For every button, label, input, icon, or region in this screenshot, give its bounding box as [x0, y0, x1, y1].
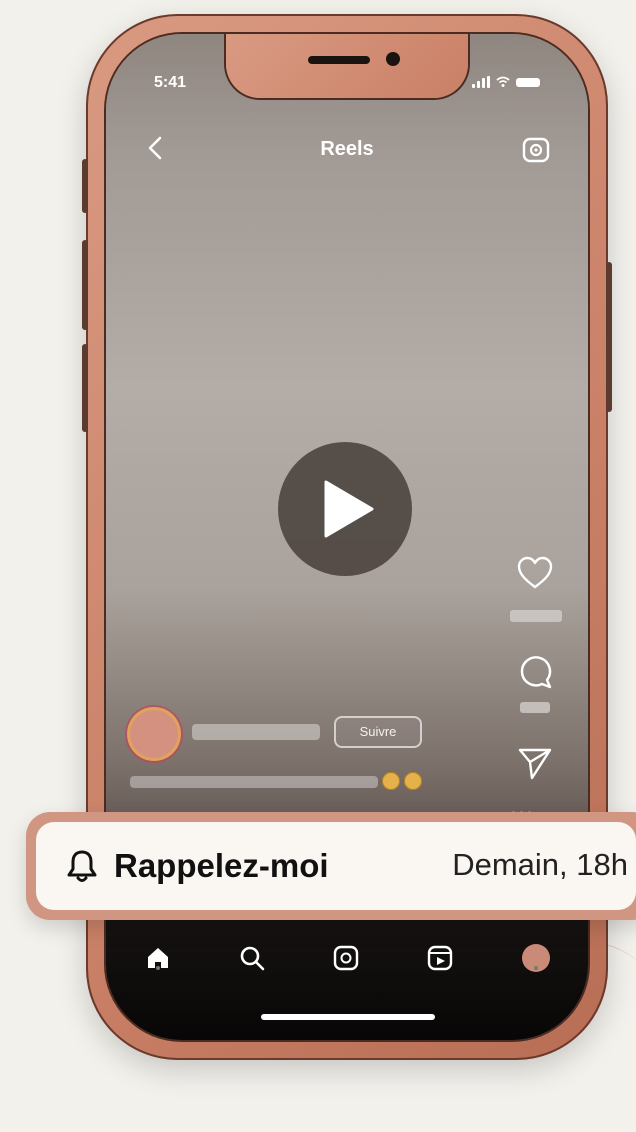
emoji-icon — [382, 772, 400, 790]
like-count-placeholder — [510, 610, 562, 622]
emoji-icon — [404, 772, 422, 790]
speaker-grille — [308, 56, 370, 64]
tab-reels[interactable] — [420, 938, 460, 978]
home-indicator[interactable] — [261, 1014, 435, 1020]
reels-icon — [427, 945, 453, 971]
home-icon — [148, 948, 168, 968]
tab-indicator — [534, 966, 538, 970]
play-button[interactable] — [278, 442, 412, 576]
mute-switch[interactable] — [82, 159, 88, 213]
profile-avatar-icon — [522, 944, 550, 972]
heart-icon[interactable] — [516, 554, 554, 592]
comment-count-placeholder — [520, 702, 550, 713]
caption-placeholder — [130, 776, 378, 788]
battery-icon — [516, 77, 540, 87]
volume-down-button[interactable] — [82, 344, 88, 432]
reminder-card[interactable]: Rappelez-moi Demain, 18h — [26, 812, 636, 920]
page-title: Reels — [320, 138, 374, 160]
search-icon — [240, 946, 265, 971]
create-icon — [333, 945, 359, 971]
tab-profile[interactable] — [516, 938, 556, 978]
status-time: 5:41 — [154, 74, 187, 91]
tab-home[interactable] — [138, 938, 178, 978]
tab-search[interactable] — [232, 938, 272, 978]
play-icon — [324, 480, 374, 538]
volume-up-button[interactable] — [82, 240, 88, 330]
tab-indicator — [156, 966, 160, 970]
front-camera — [386, 52, 400, 66]
bell-icon — [67, 850, 97, 882]
send-icon[interactable] — [516, 744, 554, 782]
username-placeholder[interactable] — [192, 724, 320, 740]
reminder-time[interactable]: Demain, 18h — [452, 847, 628, 883]
camera-icon[interactable] — [520, 134, 552, 166]
avatar[interactable] — [130, 710, 178, 758]
power-button[interactable] — [606, 262, 612, 412]
reminder-content: Rappelez-moi Demain, 18h — [36, 822, 636, 910]
back-arrow-icon[interactable] — [142, 134, 170, 162]
status-icons — [472, 76, 540, 88]
follow-button[interactable]: Suivre — [334, 716, 422, 748]
comment-icon[interactable] — [516, 652, 554, 690]
signal-icon — [472, 76, 490, 88]
wifi-icon — [496, 76, 510, 87]
notch — [226, 34, 468, 98]
tab-create[interactable] — [326, 938, 366, 978]
reminder-label: Rappelez-moi — [114, 847, 329, 884]
